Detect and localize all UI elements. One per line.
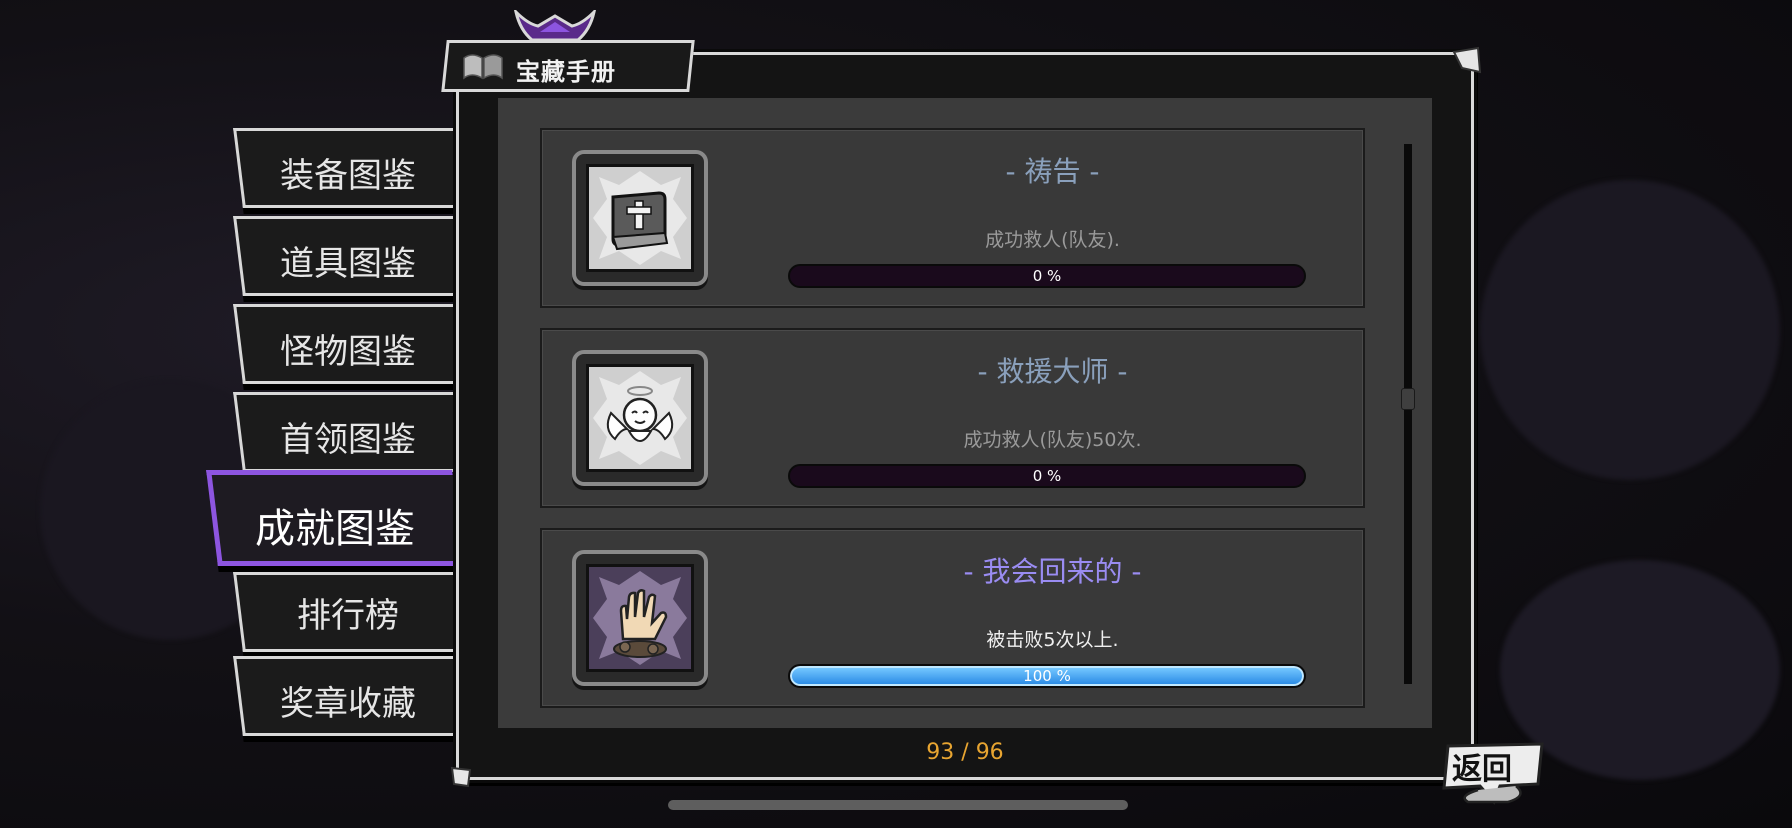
scrollbar-thumb[interactable]: [1401, 388, 1415, 410]
tab-item-codex-label: 道具图鉴: [280, 244, 416, 284]
achievement-title: - 祷告 -: [1005, 155, 1100, 188]
achievement-description: 成功救人(队友)50次.: [963, 429, 1142, 451]
tab-equipment-codex-label: 装备图鉴: [280, 156, 416, 196]
progress-percent: 100 %: [1023, 667, 1071, 685]
tab-leaderboard-label: 排行榜: [297, 596, 399, 636]
achievement-progress-bar: 0 %: [788, 464, 1306, 488]
background-decoration: [1480, 180, 1780, 480]
book-icon: [463, 54, 503, 80]
achievement-title: - 救援大师 -: [977, 355, 1128, 388]
back-button-label[interactable]: 返回: [1452, 744, 1512, 788]
tab-medal-collection-label: 奖章收藏: [280, 684, 416, 724]
achievement-counter: 93 / 96: [926, 740, 1004, 765]
tab-boss-codex-label: 首领图鉴: [280, 420, 416, 460]
achievement-description: 被击败5次以上.: [986, 629, 1119, 651]
window-title: 宝藏手册: [516, 58, 616, 86]
achievement-title: - 我会回来的 -: [963, 555, 1142, 588]
tab-monster-codex-label: 怪物图鉴: [280, 332, 416, 372]
achievement-progress-bar: 0 %: [788, 264, 1306, 288]
achievement-progress-bar: 100 %: [788, 664, 1306, 688]
corner-bracket-icon: [450, 766, 472, 788]
progress-percent: 0 %: [1032, 467, 1062, 485]
achievement-card[interactable]: - 我会回来的 - 被击败5次以上. 100 %: [540, 528, 1365, 708]
corner-bracket-icon: [1452, 46, 1482, 74]
achievement-card[interactable]: - 祷告 - 成功救人(队友). 0 %: [540, 128, 1365, 308]
progress-percent: 0 %: [1032, 267, 1062, 285]
scrollbar-track[interactable]: [1404, 144, 1412, 684]
home-indicator[interactable]: [668, 800, 1128, 810]
achievement-description: 成功救人(队友).: [985, 229, 1120, 251]
achievement-card[interactable]: - 救援大师 - 成功救人(队友)50次. 0 %: [540, 328, 1365, 508]
tab-achievement-codex-label: 成就图鉴: [255, 506, 415, 552]
